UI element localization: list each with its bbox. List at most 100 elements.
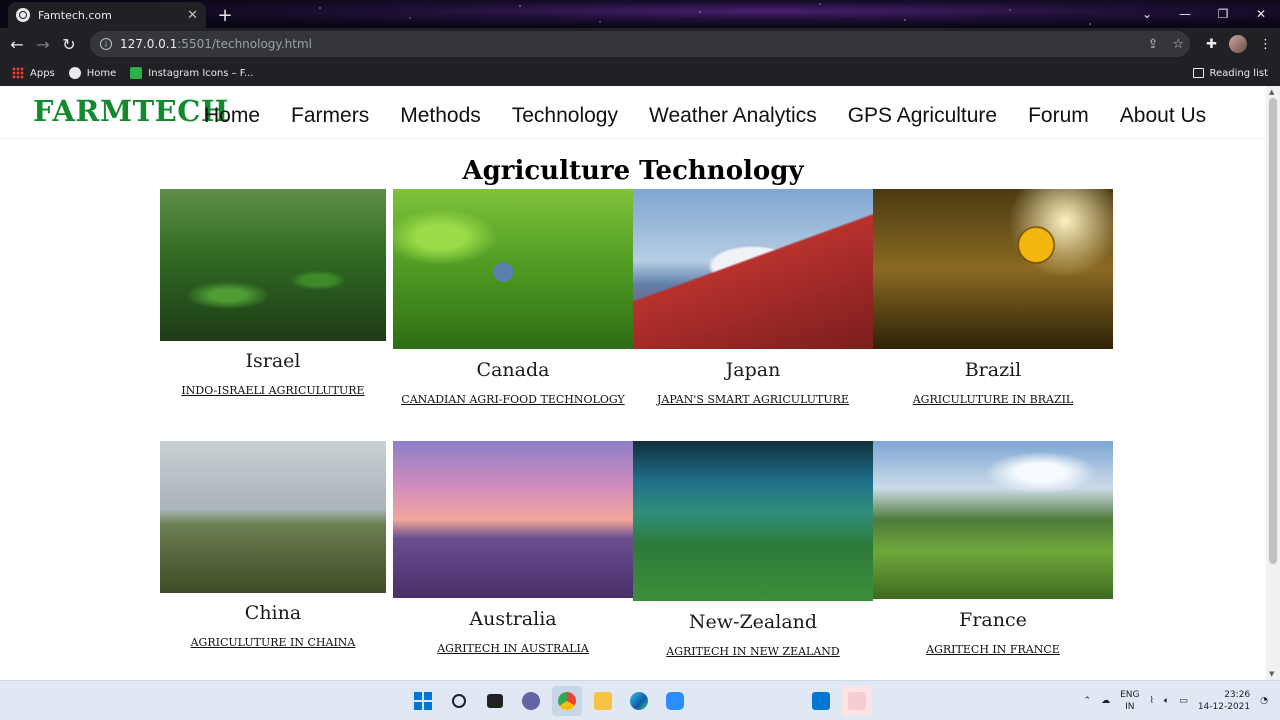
new-tab-button[interactable]: + xyxy=(214,4,236,26)
folder-icon xyxy=(594,692,612,710)
onedrive-cloud-icon[interactable]: ☁ xyxy=(1101,696,1110,706)
nav-weather-analytics[interactable]: Weather Analytics xyxy=(649,104,817,128)
country-name: France xyxy=(959,609,1027,631)
reading-list-label: Reading list xyxy=(1209,67,1268,79)
tab-search-button[interactable]: ⌄ xyxy=(1128,0,1166,28)
url-path: :5501/technology.html xyxy=(177,37,312,51)
back-arrow-icon[interactable]: ← xyxy=(4,31,30,57)
wifi-icon[interactable]: ⌇ xyxy=(1150,696,1154,706)
page-viewport: FARMTECH Home Farmers Methods Technology… xyxy=(0,86,1266,680)
reload-icon[interactable]: ↻ xyxy=(56,31,82,57)
close-window-button[interactable]: ✕ xyxy=(1242,0,1280,28)
nav-methods[interactable]: Methods xyxy=(400,104,481,128)
country-link[interactable]: AGRITECH IN NEW ZEALAND xyxy=(633,645,873,658)
notification-icon[interactable]: ◔ xyxy=(1260,696,1268,706)
country-card-brazil: Brazil AGRICULUTURE IN BRAZIL xyxy=(873,189,1113,406)
nav-home[interactable]: Home xyxy=(204,104,260,128)
file-explorer-button[interactable] xyxy=(588,686,618,716)
globe-icon xyxy=(16,8,30,22)
bookmark-apps[interactable]: Apps xyxy=(12,67,55,79)
task-view-button[interactable] xyxy=(480,686,510,716)
vscode-icon xyxy=(812,692,830,710)
site-navbar: FARMTECH Home Farmers Methods Technology… xyxy=(0,86,1266,139)
country-link[interactable]: CANADIAN AGRI-FOOD TECHNOLOGY xyxy=(393,393,633,406)
share-icon[interactable]: ⇪ xyxy=(1147,37,1158,52)
scroll-up-icon[interactable]: ▲ xyxy=(1269,88,1274,96)
url-host: 127.0.0.1 xyxy=(120,37,178,51)
bookmark-star-icon[interactable]: ☆ xyxy=(1172,37,1184,52)
country-name: Brazil xyxy=(964,359,1022,381)
teams-chat-button[interactable] xyxy=(516,686,546,716)
vscode-button[interactable] xyxy=(806,686,836,716)
nav-about-us[interactable]: About Us xyxy=(1120,104,1206,128)
australia-photo xyxy=(393,441,633,598)
edge-icon xyxy=(630,692,648,710)
country-name: Israel xyxy=(245,350,301,372)
israel-photo xyxy=(160,189,386,341)
country-name: Canada xyxy=(476,359,550,381)
search-button[interactable] xyxy=(444,686,474,716)
chrome-taskbar-button[interactable] xyxy=(552,686,582,716)
brazil-photo xyxy=(873,189,1113,349)
japan-photo xyxy=(633,189,873,349)
maximize-button[interactable]: ❐ xyxy=(1204,0,1242,28)
volume-icon[interactable]: 🔈︎ xyxy=(1164,696,1169,706)
globe-icon xyxy=(68,67,81,79)
chrome-icon xyxy=(558,692,576,710)
clock-date: 14-12-2021 xyxy=(1197,702,1251,712)
main-menu: Home Farmers Methods Technology Weather … xyxy=(204,104,1237,128)
profile-avatar[interactable] xyxy=(1229,35,1247,53)
forward-arrow-icon[interactable]: → xyxy=(30,31,56,57)
country-card-new-zealand: New-Zealand AGRITECH IN NEW ZEALAND xyxy=(633,441,873,658)
browser-tab[interactable]: Famtech.com ✕ xyxy=(8,2,206,28)
bookmark-home[interactable]: Home xyxy=(68,67,116,79)
start-button[interactable] xyxy=(408,686,438,716)
zoom-button[interactable] xyxy=(660,686,690,716)
extensions-icon[interactable]: ✚ xyxy=(1206,37,1217,52)
sheets-icon xyxy=(130,67,143,79)
language-code: ENG xyxy=(1120,690,1140,700)
search-icon xyxy=(452,694,466,708)
edge-button[interactable] xyxy=(624,686,654,716)
nav-forum[interactable]: Forum xyxy=(1028,104,1089,128)
france-photo xyxy=(873,441,1113,599)
country-card-australia: Australia AGRITECH IN AUSTRALIA xyxy=(393,441,633,655)
nav-technology[interactable]: Technology xyxy=(512,104,618,128)
chat-icon xyxy=(522,692,540,710)
chevron-up-icon[interactable]: ⌃ xyxy=(1084,696,1092,706)
china-photo xyxy=(160,441,386,593)
page-scrollbar[interactable]: ▲ ▼ xyxy=(1266,86,1280,680)
battery-icon[interactable]: ▭ xyxy=(1179,696,1188,706)
country-card-france: France AGRITECH IN FRANCE xyxy=(873,441,1113,656)
close-tab-icon[interactable]: ✕ xyxy=(187,8,198,23)
bookmark-label: Instagram Icons – F... xyxy=(148,67,254,79)
page-title: Agriculture Technology xyxy=(462,156,804,186)
country-link[interactable]: AGRICULUTURE IN CHAINA xyxy=(160,636,386,649)
country-link[interactable]: INDO-ISRAELI AGRICULUTURE xyxy=(160,384,386,397)
country-link[interactable]: AGRITECH IN AUSTRALIA xyxy=(393,642,633,655)
address-bar[interactable]: i 127.0.0.1:5501/technology.html ⇪ ☆ xyxy=(90,31,1190,57)
reading-list-icon xyxy=(1192,68,1204,78)
apps-grid-icon xyxy=(12,67,24,79)
country-link[interactable]: JAPAN'S SMART AGRICULUTURE xyxy=(633,393,873,406)
country-link[interactable]: AGRITECH IN FRANCE xyxy=(873,643,1113,656)
country-name: China xyxy=(244,602,302,624)
scroll-down-icon[interactable]: ▼ xyxy=(1269,670,1274,678)
scrollbar-thumb[interactable] xyxy=(1269,98,1277,564)
language-indicator[interactable]: ENG IN xyxy=(1120,689,1139,713)
system-clock[interactable]: 23:26 14-12-2021 xyxy=(1198,689,1250,713)
info-icon[interactable]: i xyxy=(100,38,112,50)
minimize-button[interactable]: — xyxy=(1166,0,1204,28)
nav-farmers[interactable]: Farmers xyxy=(291,104,369,128)
nav-gps-agriculture[interactable]: GPS Agriculture xyxy=(848,104,997,128)
bookmark-instagram-icons[interactable]: Instagram Icons – F... xyxy=(130,67,254,79)
new-zealand-photo xyxy=(633,441,873,601)
menu-kebab-icon[interactable]: ⋮ xyxy=(1259,37,1272,52)
bookmark-label: Apps xyxy=(30,67,55,79)
zoom-icon xyxy=(666,692,684,710)
reading-list-button[interactable]: Reading list xyxy=(1192,60,1268,86)
unknown-app-button[interactable] xyxy=(842,686,872,716)
country-link[interactable]: AGRICULUTURE IN BRAZIL xyxy=(873,393,1113,406)
site-logo[interactable]: FARMTECH xyxy=(33,94,229,128)
browser-tab-bar: Famtech.com ✕ + ⌄ — ❐ ✕ xyxy=(0,0,1280,28)
